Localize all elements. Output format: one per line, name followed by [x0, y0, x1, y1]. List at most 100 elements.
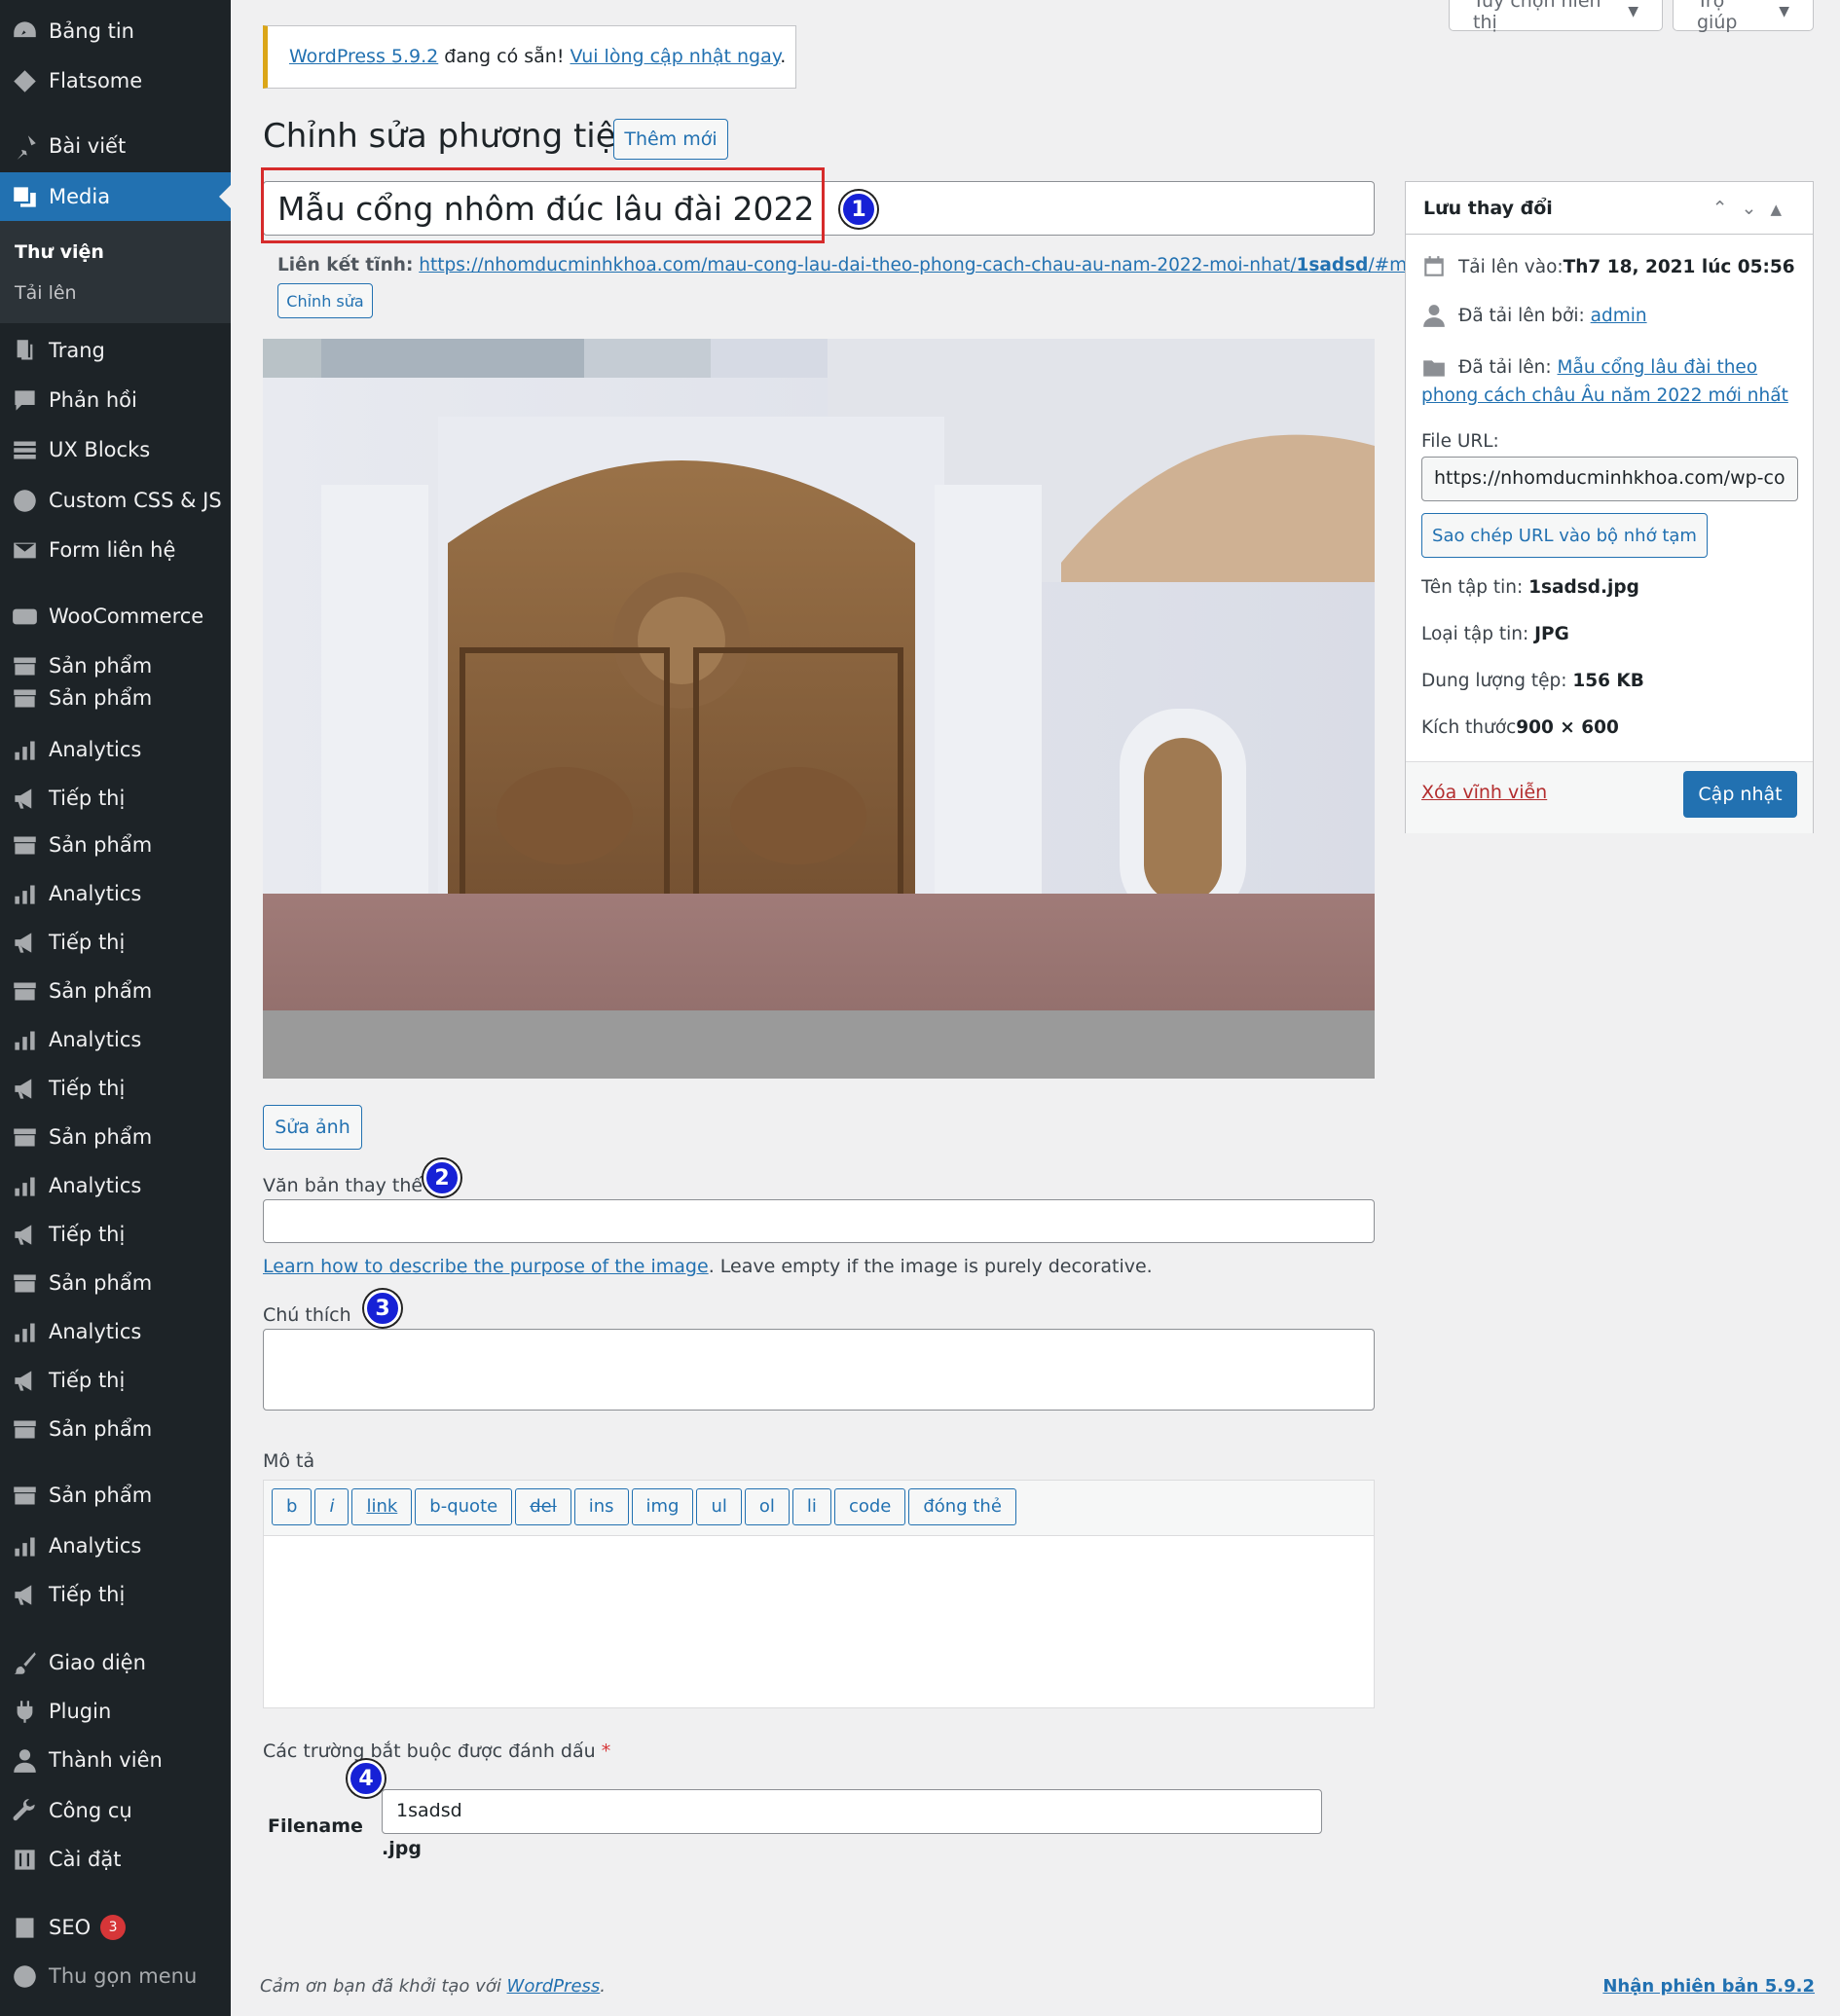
quicktag-button[interactable]: b-quote	[415, 1488, 513, 1525]
uploaded-to-row: Đã tải lên: Mẫu cổng lâu đài theo phong …	[1421, 357, 1788, 406]
seo-icon	[0, 1915, 49, 1941]
sidebar-item[interactable]: Custom CSS & JS	[0, 476, 231, 525]
toggle-panel-icon[interactable]: ▲	[1770, 201, 1795, 218]
sidebar-item[interactable]: Analytics	[0, 1015, 231, 1064]
brush-icon	[0, 1650, 49, 1676]
quicktags-toolbar: b i link b-quote del ins img ul ol li code đóng thẻ	[263, 1480, 1375, 1535]
wordpress-link[interactable]: WordPress	[507, 1976, 601, 1997]
sidebar-item-label: Sản phẩm	[49, 1484, 153, 1507]
sidebar-item[interactable]: SEO 3	[0, 1903, 231, 1952]
quicktag-button[interactable]: li	[791, 1488, 831, 1525]
flatsome-icon	[0, 68, 49, 94]
chevron-down-icon[interactable]: ⌄	[1742, 198, 1771, 219]
sidebar-item[interactable]: Cài đặt	[0, 1835, 231, 1884]
quicktag-button[interactable]: ol	[744, 1488, 790, 1525]
chevron-up-icon[interactable]: ⌃	[1712, 198, 1742, 219]
update-now-link[interactable]: Vui lòng cập nhật ngay	[570, 46, 780, 67]
copy-url-button[interactable]: Sao chép URL vào bộ nhớ tạm	[1421, 513, 1708, 558]
sidebar-item[interactable]: Media	[0, 172, 231, 221]
file-type-row: Loại tập tin: JPG	[1421, 624, 1569, 644]
sidebar-item[interactable]: Tiếp thị	[0, 918, 231, 967]
quicktag-button[interactable]: del	[515, 1488, 571, 1525]
sidebar-item[interactable]: Bài viết	[0, 122, 231, 170]
caption-textarea[interactable]	[263, 1329, 1375, 1411]
description-textarea[interactable]	[263, 1535, 1375, 1708]
sidebar-item-label: Bài viết	[49, 134, 127, 158]
sidebar-item-label: Bảng tin	[49, 19, 134, 43]
sidebar-item[interactable]: Bảng tin	[0, 7, 231, 55]
megaphone-icon	[0, 1368, 49, 1394]
file-url-input[interactable]: https://nhomducminhkhoa.com/wp-co	[1421, 457, 1798, 501]
permalink-link[interactable]: https://nhomducminhkhoa.com/mau-cong-lau…	[419, 255, 1434, 275]
sidebar-item[interactable]: UX Blocks	[0, 425, 231, 474]
quicktag-button[interactable]: ul	[696, 1488, 742, 1525]
sidebar-item[interactable]: Sản phẩm	[0, 1471, 231, 1520]
file-url-label: File URL:	[1421, 431, 1499, 452]
dashboard-icon	[0, 18, 49, 45]
wordpress-version-link[interactable]: WordPress 5.9.2	[289, 46, 438, 67]
add-new-button[interactable]: Thêm mới	[613, 119, 728, 160]
wrench-icon	[0, 1798, 49, 1824]
mail-icon	[0, 537, 49, 564]
help-button[interactable]: Trợ giúp ▼	[1673, 0, 1814, 33]
get-version-link[interactable]: Nhận phiên bản 5.9.2	[1602, 1976, 1815, 1997]
edit-permalink-button[interactable]: Chỉnh sửa	[277, 283, 373, 318]
sidebar-item[interactable]: Sản phẩm	[0, 967, 231, 1015]
sidebar-item[interactable]: Analytics	[0, 869, 231, 918]
alt-help-link[interactable]: Learn how to describe the purpose of the…	[263, 1256, 709, 1277]
megaphone-icon	[0, 1582, 49, 1608]
quicktag-button[interactable]: i	[314, 1488, 350, 1525]
marker-2: 2	[423, 1159, 460, 1196]
sidebar-item-label: Trang	[49, 339, 105, 362]
alt-text-input[interactable]	[263, 1199, 1375, 1243]
edit-image-button[interactable]: Sửa ảnh	[263, 1105, 362, 1150]
sidebar-item-label: Tiếp thị	[49, 1369, 126, 1392]
filename-input[interactable]: 1sadsd	[382, 1789, 1322, 1834]
sidebar-item-label: Sản phẩm	[49, 1125, 153, 1149]
quicktag-button[interactable]: b	[272, 1488, 313, 1525]
sidebar-item[interactable]: Tiếp thị	[0, 774, 231, 823]
archive-icon	[0, 1124, 49, 1151]
sidebar-item[interactable]: WooCommerce	[0, 592, 231, 641]
submenu-upload[interactable]: Tải lên	[15, 282, 77, 304]
sidebar-item-label: Cài đặt	[49, 1848, 122, 1871]
sidebar-item[interactable]: Tiếp thị	[0, 1210, 231, 1259]
sidebar-item[interactable]: Sản phẩm	[0, 1259, 231, 1307]
sidebar-item[interactable]: Form liên hệ	[0, 526, 231, 574]
sidebar-item[interactable]: Phản hồi	[0, 376, 231, 424]
calendar-icon	[1424, 256, 1444, 276]
sidebar-item[interactable]: Tiếp thị	[0, 1570, 231, 1619]
sidebar-item[interactable]: Trang	[0, 326, 231, 375]
sidebar-item[interactable]: Sản phẩm	[0, 821, 231, 869]
sidebar-item-label: Form liên hệ	[49, 538, 176, 562]
update-button[interactable]: Cập nhật	[1683, 771, 1797, 818]
screen-options-button[interactable]: Tùy chọn hiển thị ▼	[1449, 0, 1663, 33]
sidebar-item[interactable]: Tiếp thị	[0, 1356, 231, 1405]
sidebar-item[interactable]: Giao diện	[0, 1638, 231, 1687]
sidebar-item[interactable]: Analytics	[0, 725, 231, 774]
sidebar-item[interactable]: Sản phẩm	[0, 674, 231, 722]
quicktag-button[interactable]: img	[631, 1488, 694, 1525]
megaphone-icon	[0, 930, 49, 956]
quicktag-button[interactable]: đóng thẻ	[908, 1488, 1016, 1525]
uploader-link[interactable]: admin	[1591, 306, 1647, 326]
sidebar-item[interactable]: Sản phẩm	[0, 1405, 231, 1453]
quicktag-button[interactable]: link	[351, 1488, 413, 1525]
sidebar-item[interactable]: Sản phẩm	[0, 1113, 231, 1161]
sidebar-item[interactable]: Flatsome	[0, 56, 231, 105]
sidebar-item[interactable]: Công cụ	[0, 1786, 231, 1835]
sidebar-item[interactable]: Analytics	[0, 1521, 231, 1570]
delete-permanently-link[interactable]: Xóa vĩnh viễn	[1421, 782, 1547, 803]
sidebar-item[interactable]: Tiếp thị	[0, 1064, 231, 1113]
sidebar-item-label: Plugin	[49, 1700, 112, 1723]
sidebar-item[interactable]: Plugin	[0, 1687, 231, 1736]
sidebar-item[interactable]: Thành viên	[0, 1736, 231, 1784]
collapse-icon	[0, 1963, 49, 1990]
quicktag-button[interactable]: ins	[573, 1488, 629, 1525]
caret-down-icon: ▼	[1779, 3, 1789, 19]
sidebar-item[interactable]: Analytics	[0, 1161, 231, 1210]
sidebar-item[interactable]: Thu gọn menu	[0, 1952, 231, 2000]
sidebar-item[interactable]: Analytics	[0, 1307, 231, 1356]
submenu-library[interactable]: Thư viện	[15, 241, 104, 263]
quicktag-button[interactable]: code	[833, 1488, 906, 1525]
